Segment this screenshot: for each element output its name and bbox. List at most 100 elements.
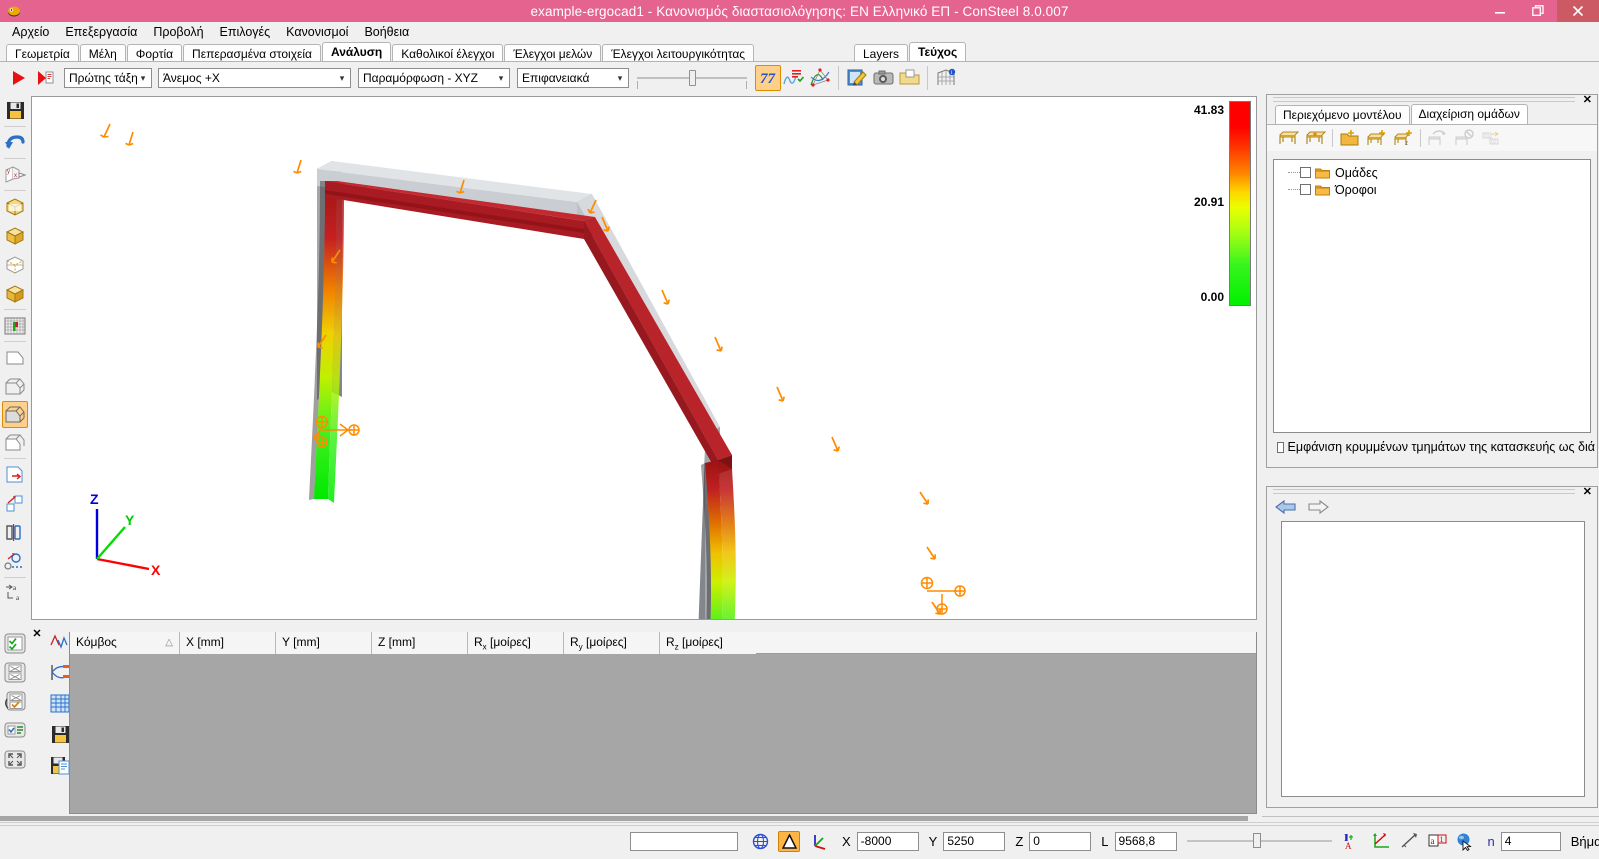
menu-item-standards[interactable]: Κανονισμοί xyxy=(278,23,356,41)
insert-label-icon[interactable]: I A xyxy=(1342,830,1366,852)
menu-item-options[interactable]: Επιλογές xyxy=(212,23,279,41)
menu-item-file[interactable]: Αρχείο xyxy=(4,23,57,41)
table-header-rz[interactable]: Rz [μοίρες] xyxy=(660,632,756,654)
maximize-button[interactable] xyxy=(1519,0,1557,22)
local-axes-icon[interactable] xyxy=(808,830,832,852)
table-group-icon[interactable] xyxy=(1275,126,1302,150)
tree-checkbox[interactable] xyxy=(1300,167,1311,178)
report-panel-close-button[interactable]: ✕ xyxy=(1583,485,1592,498)
zoom-select-icon[interactable] xyxy=(2,547,28,576)
tab-group-manager[interactable]: Διαχείριση ομάδων xyxy=(1410,104,1528,124)
extruded-surface-icon[interactable] xyxy=(2,401,28,428)
table-header-rx[interactable]: Rx [μοίρες] xyxy=(468,632,564,654)
wireframe-box-icon[interactable] xyxy=(2,192,28,221)
flat-surface-icon[interactable] xyxy=(2,343,28,372)
deselect-icon[interactable] xyxy=(2,658,28,687)
table-panel-close-button[interactable]: ✕ xyxy=(31,628,43,640)
coord-x-input[interactable]: -8000 xyxy=(856,831,919,851)
menu-item-edit[interactable]: Επεξεργασία xyxy=(57,23,145,41)
edit-note-button[interactable] xyxy=(844,65,870,91)
table-header-z[interactable]: Z [mm] xyxy=(372,632,468,654)
renumber-group-icon[interactable]: 01 02 xyxy=(1478,126,1505,150)
table-header-y[interactable]: Y [mm] xyxy=(276,632,372,654)
mirror-icon[interactable] xyxy=(2,518,28,547)
tab-analysis[interactable]: Ανάλυση xyxy=(321,42,392,62)
grid-icon[interactable] xyxy=(2,311,28,340)
menu-item-help[interactable]: Βοήθεια xyxy=(356,23,417,41)
run-analysis-button[interactable] xyxy=(6,65,32,91)
solid-box-icon[interactable] xyxy=(2,279,28,308)
load-case-select[interactable]: Άνεμος +X ▾ xyxy=(158,68,351,88)
close-button[interactable] xyxy=(1557,0,1599,22)
tree-item-groups[interactable]: Ομάδες xyxy=(1274,164,1590,181)
command-input[interactable] xyxy=(630,831,738,851)
new-sub-group-icon[interactable]: z xyxy=(1390,126,1417,150)
select-properties-icon[interactable] xyxy=(2,716,28,745)
n-input[interactable]: 4 xyxy=(1500,831,1561,851)
text-annotation-icon[interactable]: a 1 xyxy=(1426,830,1450,852)
delete-group-icon[interactable] xyxy=(1451,126,1478,150)
tree-connector xyxy=(1288,189,1300,190)
tree-item-floors[interactable]: Όροφοι xyxy=(1274,181,1590,198)
shaded-box-icon[interactable] xyxy=(2,221,28,250)
open-folder-button[interactable] xyxy=(896,65,922,91)
table-header-x[interactable]: X [mm] xyxy=(180,632,276,654)
report-content-area[interactable] xyxy=(1281,521,1585,797)
hidden-parts-checkbox[interactable] xyxy=(1277,441,1284,453)
panel-grip[interactable]: ✕ xyxy=(1267,93,1597,106)
display-mode-select[interactable]: Επιφανειακά ▾ xyxy=(517,68,629,88)
camera-button[interactable] xyxy=(870,65,896,91)
tree-checkbox[interactable] xyxy=(1300,184,1311,195)
menu-item-view[interactable]: Προβολή xyxy=(145,23,211,41)
undo-icon[interactable] xyxy=(2,128,28,157)
global-coordinates-icon[interactable] xyxy=(748,830,772,852)
numbers-display-button[interactable]: 77 xyxy=(755,65,781,91)
run-analysis-settings-button[interactable] xyxy=(32,65,58,91)
hidden-parts-checkbox-row[interactable]: Εμφάνιση κρυμμένων τμημάτων της κατασκευ… xyxy=(1273,437,1595,454)
save-icon[interactable] xyxy=(2,96,28,125)
minimize-button[interactable] xyxy=(1481,0,1519,22)
layered-surface-icon[interactable] xyxy=(2,372,28,401)
model-info-button[interactable]: i xyxy=(933,65,959,91)
results-table[interactable]: Κόμβος △ X [mm] Y [mm] Z [mm] Rx [μοίρες… xyxy=(69,632,1257,814)
relative-coordinates-icon[interactable] xyxy=(778,830,800,852)
group-tree[interactable]: Ομάδες Όροφοι xyxy=(1273,159,1591,433)
diagram-chart-button[interactable] xyxy=(781,65,807,91)
mode-shape-button[interactable] xyxy=(807,65,833,91)
analysis-order-select[interactable]: Πρώτης τάξη ▾ xyxy=(64,68,152,88)
open-surface-icon[interactable] xyxy=(2,428,28,457)
tab-report[interactable]: Τεύχος xyxy=(909,42,967,62)
coord-z-input[interactable]: 0 xyxy=(1029,831,1092,851)
new-folder-group-icon[interactable] xyxy=(1336,126,1363,150)
check-list-icon[interactable] xyxy=(2,629,28,658)
axis-dimension-icon[interactable] xyxy=(1370,830,1394,852)
tab-model-content[interactable]: Περιεχόμενο μοντέλου xyxy=(1275,105,1410,124)
new-table-group-icon[interactable] xyxy=(1363,126,1390,150)
move-group-icon[interactable] xyxy=(1424,126,1451,150)
zoom-slider[interactable] xyxy=(1186,831,1332,851)
refresh-check-icon[interactable] xyxy=(2,687,28,716)
hidden-line-box-icon[interactable] xyxy=(2,250,28,279)
panel-close-button[interactable]: ✕ xyxy=(1583,93,1592,106)
report-panel-grip[interactable]: ✕ xyxy=(1267,485,1597,498)
result-type-select[interactable]: Παραμόρφωση - XYZ ▾ xyxy=(358,68,510,88)
annotate-a-icon[interactable]: a a xyxy=(2,579,28,608)
fit-screen-icon[interactable] xyxy=(2,745,28,774)
page-arrow-icon[interactable] xyxy=(2,460,28,489)
deformation-scale-slider[interactable] xyxy=(637,67,747,89)
zoom-slider-thumb[interactable] xyxy=(1252,833,1261,848)
arrow-left-icon[interactable] xyxy=(1275,499,1297,517)
arrow-right-icon[interactable] xyxy=(1307,499,1329,517)
table-body[interactable] xyxy=(70,654,1256,812)
model-viewport[interactable]: 41.83 20.91 0.00 Z Y X xyxy=(31,96,1257,620)
measure-line-icon[interactable] xyxy=(1398,830,1422,852)
table-group-add-icon[interactable] xyxy=(1302,126,1329,150)
slider-thumb[interactable] xyxy=(689,70,696,86)
coord-l-input[interactable]: 9568,8 xyxy=(1114,831,1177,851)
axis-view-icon[interactable]: y x xyxy=(2,160,28,189)
copy-shape-icon[interactable] xyxy=(2,489,28,518)
coord-y-input[interactable]: 5250 xyxy=(943,831,1006,851)
pointer-sphere-icon[interactable] xyxy=(1454,830,1478,852)
table-header-ry[interactable]: Ry [μοίρες] xyxy=(564,632,660,654)
table-header-node[interactable]: Κόμβος △ xyxy=(70,632,180,654)
